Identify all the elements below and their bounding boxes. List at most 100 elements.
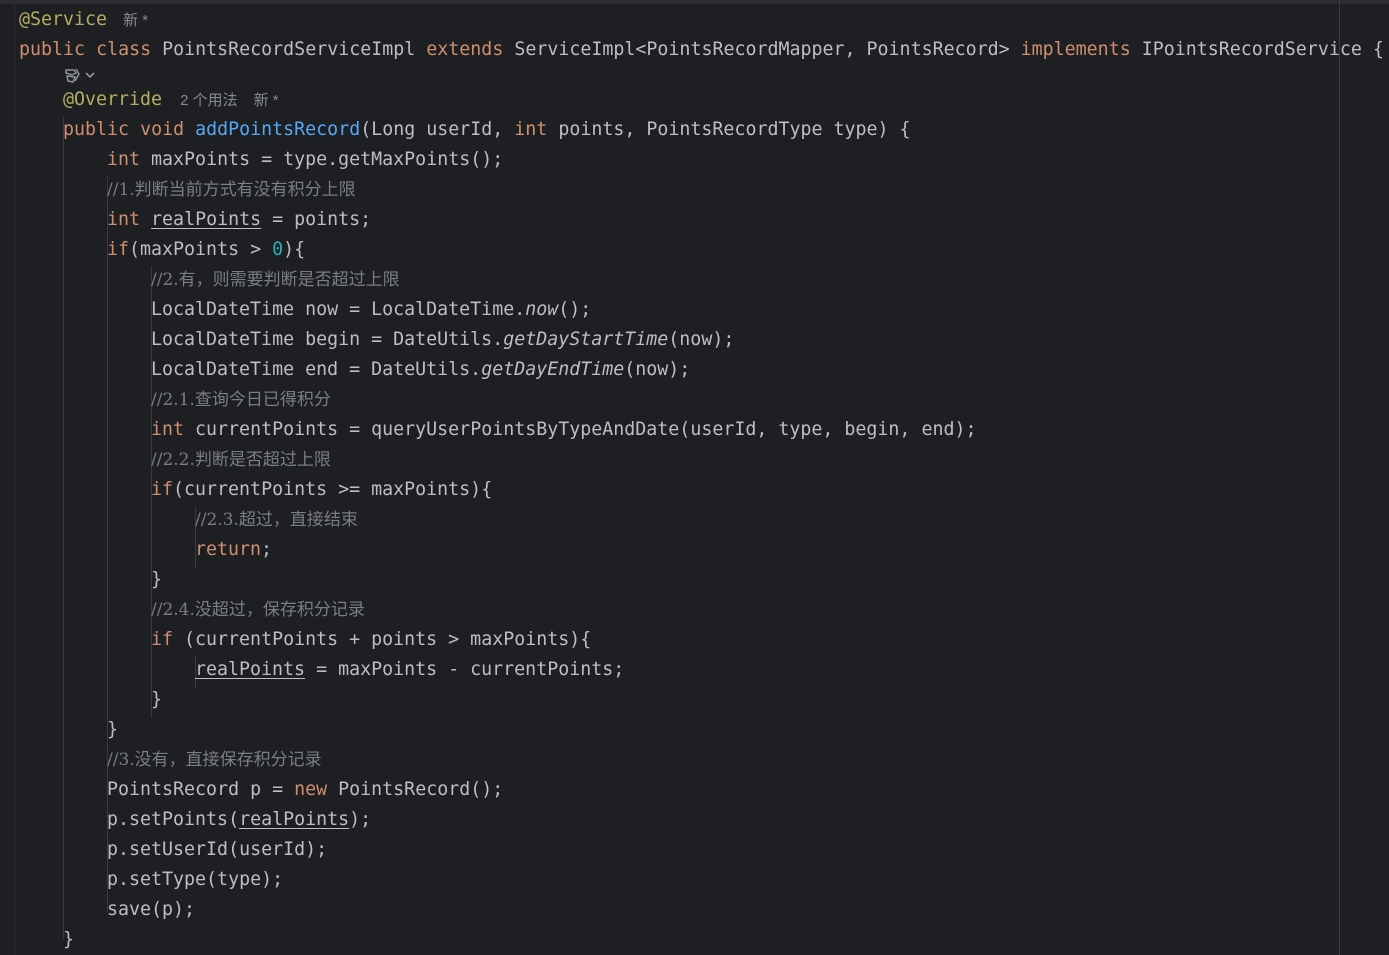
code-line[interactable]: //2.3.超过，直接结束 xyxy=(195,505,358,535)
code-line[interactable]: LocalDateTime end = DateUtils.getDayEndT… xyxy=(151,355,690,385)
closing-brace: } xyxy=(63,929,75,950)
code-text: ); xyxy=(349,809,372,830)
code-line[interactable]: //3.没有，直接保存积分记录 xyxy=(107,745,322,775)
comment: //2.有，则需要判断是否超过上限 xyxy=(151,270,400,290)
code-text: (); xyxy=(558,299,592,320)
super-type: ServiceImpl<PointsRecordMapper, PointsRe… xyxy=(514,39,1010,60)
comment: //1.判断当前方式有没有积分上限 xyxy=(107,180,356,200)
keyword: if xyxy=(107,239,130,260)
code-text: = points; xyxy=(261,209,372,230)
code-line[interactable]: int maxPoints = type.getMaxPoints(); xyxy=(107,145,503,175)
reassigned-variable: realPoints xyxy=(195,659,306,680)
static-call: getDayEndTime xyxy=(481,359,625,380)
author-hint[interactable]: 新 * xyxy=(123,12,148,29)
keyword: int xyxy=(107,209,141,230)
code-text: (currentPoints >= maxPoints){ xyxy=(173,479,493,500)
code-text: = maxPoints - currentPoints; xyxy=(305,659,625,680)
code-line[interactable]: p.setType(type); xyxy=(107,865,283,895)
code-line[interactable]: PointsRecord p = new PointsRecord(); xyxy=(107,775,503,805)
code-text: (now); xyxy=(624,359,691,380)
annotation-override: @Override xyxy=(63,89,163,110)
code-line[interactable]: save(p); xyxy=(107,895,195,925)
comment: //2.4.没超过，保存积分记录 xyxy=(151,600,365,620)
code-line[interactable]: if (currentPoints + points > maxPoints){ xyxy=(151,625,591,655)
code-text: maxPoints = type.getMaxPoints(); xyxy=(140,149,504,170)
code-line[interactable]: //2.1.查询今日已得积分 xyxy=(151,385,331,415)
code-text: p.setType(type); xyxy=(107,869,284,890)
code-text: save(p); xyxy=(107,899,196,920)
keyword: public xyxy=(19,39,86,60)
comment: //2.1.查询今日已得积分 xyxy=(151,390,331,410)
code-text: (now); xyxy=(668,329,735,350)
closing-brace: } xyxy=(107,719,119,740)
code-text: LocalDateTime now = LocalDateTime. xyxy=(151,299,526,320)
author-hint[interactable]: 新 * xyxy=(254,92,279,109)
code-line[interactable]: //1.判断当前方式有没有积分上限 xyxy=(107,175,356,205)
code-line[interactable]: } xyxy=(107,715,118,745)
keyword: int xyxy=(151,419,185,440)
code-line[interactable]: } xyxy=(63,925,74,955)
code-text: (maxPoints > xyxy=(129,239,273,260)
code-line[interactable]: return; xyxy=(195,535,272,565)
number-literal: 0 xyxy=(272,239,284,260)
keyword: extends xyxy=(426,39,504,60)
code-line[interactable]: //2.4.没超过，保存积分记录 xyxy=(151,595,365,625)
code-text: ){ xyxy=(283,239,306,260)
closing-brace: } xyxy=(151,689,163,710)
code-line[interactable]: int realPoints = points; xyxy=(107,205,371,235)
method-name: addPointsRecord xyxy=(195,119,361,140)
editor-top-border xyxy=(0,0,1389,4)
code-editor[interactable]: @Service 新 * public class PointsRecordSer… xyxy=(0,0,1389,955)
code-text: currentPoints = queryUserPointsByTypeAnd… xyxy=(184,419,977,440)
code-line[interactable]: public void addPointsRecord(Long userId,… xyxy=(63,115,911,145)
code-text: PointsRecord(); xyxy=(327,779,504,800)
keyword: class xyxy=(96,39,152,60)
gutter-edge xyxy=(14,0,15,955)
code-line[interactable]: //2.2.判断是否超过上限 xyxy=(151,445,331,475)
keyword: return xyxy=(195,539,262,560)
keyword: public xyxy=(63,119,130,140)
code-line[interactable]: public class PointsRecordServiceImpl ext… xyxy=(19,35,1384,65)
code-line[interactable]: LocalDateTime now = LocalDateTime.now(); xyxy=(151,295,591,325)
ai-assistant-icon[interactable] xyxy=(63,64,99,86)
code-line[interactable]: p.setUserId(userId); xyxy=(107,835,327,865)
code-line[interactable]: if(currentPoints >= maxPoints){ xyxy=(151,475,492,505)
code-text: p.setPoints( xyxy=(107,809,240,830)
code-line[interactable]: } xyxy=(151,685,162,715)
params: points, PointsRecordType type) { xyxy=(547,119,911,140)
params: (Long userId, xyxy=(360,119,515,140)
annotation-service: @Service xyxy=(19,9,108,30)
code-line[interactable]: if(maxPoints > 0){ xyxy=(107,235,305,265)
reassigned-variable: realPoints xyxy=(151,209,262,230)
closing-brace: } xyxy=(151,569,163,590)
code-line[interactable]: //2.有，则需要判断是否超过上限 xyxy=(151,265,400,295)
keyword: void xyxy=(140,119,185,140)
code-text: PointsRecord p = xyxy=(107,779,295,800)
chevron-down-icon xyxy=(85,72,95,79)
comment: //2.2.判断是否超过上限 xyxy=(151,450,331,470)
keyword: if xyxy=(151,629,174,650)
code-text: p.setUserId(userId); xyxy=(107,839,328,860)
static-call: now xyxy=(525,299,559,320)
code-line[interactable]: realPoints = maxPoints - currentPoints; xyxy=(195,655,624,685)
keyword: implements xyxy=(1020,39,1131,60)
comment: //2.3.超过，直接结束 xyxy=(195,510,358,530)
static-call: getDayStartTime xyxy=(503,329,669,350)
right-margin-guide xyxy=(1339,0,1340,955)
keyword: if xyxy=(151,479,174,500)
code-line[interactable]: @Override 2 个用法新 * xyxy=(63,85,279,115)
code-line[interactable]: } xyxy=(151,565,162,595)
indent-guide xyxy=(63,116,64,940)
keyword: new xyxy=(294,779,328,800)
comment: //3.没有，直接保存积分记录 xyxy=(107,750,322,770)
code-text: (currentPoints + points > maxPoints){ xyxy=(173,629,592,650)
keyword: int xyxy=(107,149,141,170)
class-name: PointsRecordServiceImpl xyxy=(162,39,416,60)
code-line[interactable]: @Service 新 * xyxy=(19,5,148,35)
code-text: LocalDateTime begin = DateUtils. xyxy=(151,329,504,350)
code-line[interactable]: LocalDateTime begin = DateUtils.getDaySt… xyxy=(151,325,734,355)
code-line[interactable]: int currentPoints = queryUserPointsByTyp… xyxy=(151,415,976,445)
reassigned-variable: realPoints xyxy=(239,809,350,830)
code-line[interactable]: p.setPoints(realPoints); xyxy=(107,805,371,835)
usages-hint[interactable]: 2 个用法 xyxy=(180,92,238,109)
